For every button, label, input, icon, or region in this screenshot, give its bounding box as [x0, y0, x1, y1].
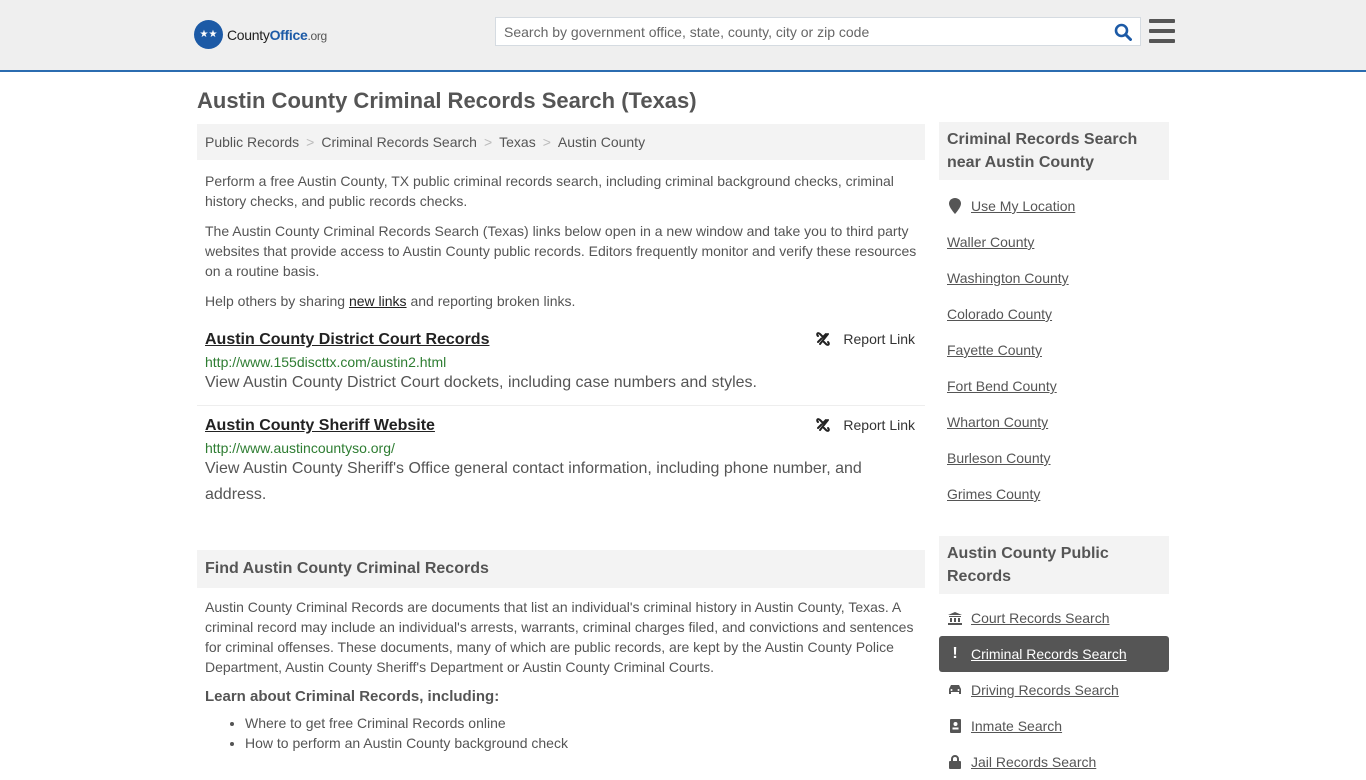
learn-list: Where to get free Criminal Records onlin… [245, 713, 925, 753]
nearby-county-item[interactable]: Burleson County [939, 440, 1169, 476]
nearby-county-link[interactable]: Grimes County [947, 486, 1040, 502]
site-logo[interactable]: ★★ CountyOffice.org [194, 20, 327, 49]
broken-link-icon [816, 332, 831, 346]
nearby-heading: Criminal Records Search near Austin Coun… [939, 122, 1169, 180]
search-input[interactable] [496, 18, 1106, 45]
hamburger-menu-icon[interactable] [1149, 19, 1175, 43]
resource-link-item: Austin County Sheriff Website Report Lin… [197, 417, 925, 508]
nearby-county-item[interactable]: Waller County [939, 224, 1169, 260]
sharing-paragraph: Help others by sharing new links and rep… [205, 293, 576, 309]
find-records-body: Austin County Criminal Records are docum… [205, 599, 914, 675]
nearby-county-item[interactable]: Wharton County [939, 404, 1169, 440]
nearby-county-item[interactable]: Washington County [939, 260, 1169, 296]
resource-link-description: View Austin County District Court docket… [205, 374, 757, 391]
breadcrumb-public-records[interactable]: Public Records [205, 134, 299, 150]
logo-text-suffix: .org [307, 28, 327, 43]
use-my-location-link[interactable]: Use My Location [971, 198, 1075, 214]
nearby-county-item[interactable]: Fayette County [939, 332, 1169, 368]
breadcrumb-separator: > [306, 134, 315, 150]
search-icon [1114, 23, 1132, 41]
breadcrumb-austin-county[interactable]: Austin County [558, 134, 645, 150]
breadcrumb-separator: > [542, 134, 551, 150]
search-button[interactable] [1106, 18, 1140, 45]
public-records-link[interactable]: Inmate Search [971, 718, 1062, 734]
find-records-heading: Find Austin County Criminal Records [197, 550, 925, 588]
resource-link-title[interactable]: Austin County District Court Records [205, 331, 489, 349]
new-links-link[interactable]: new links [349, 293, 407, 309]
car-icon [947, 684, 963, 696]
resource-link-url[interactable]: http://www.austincountyso.org/ [205, 440, 917, 456]
map-marker-icon [947, 198, 963, 214]
broken-link-icon [816, 418, 831, 432]
logo-text-brand: Office [269, 26, 308, 43]
resource-link-url[interactable]: http://www.155discttx.com/austin2.html [205, 354, 917, 370]
nearby-county-link[interactable]: Burleson County [947, 450, 1051, 466]
public-records-item-court[interactable]: Court Records Search [939, 600, 1169, 636]
divider [197, 405, 925, 406]
id-badge-icon [947, 719, 963, 733]
public-records-link[interactable]: Driving Records Search [971, 682, 1119, 698]
public-records-link[interactable]: Criminal Records Search [971, 646, 1127, 662]
learn-list-item: How to perform an Austin County backgrou… [245, 733, 925, 753]
nearby-county-item[interactable]: Colorado County [939, 296, 1169, 332]
learn-heading: Learn about Criminal Records, including: [205, 688, 500, 705]
report-link-button[interactable]: Report Link [815, 331, 915, 347]
nearby-county-link[interactable]: Colorado County [947, 306, 1052, 322]
nearby-county-link[interactable]: Washington County [947, 270, 1069, 286]
breadcrumb-criminal-records[interactable]: Criminal Records Search [321, 134, 477, 150]
main-content: Public Records > Criminal Records Search >… [197, 124, 925, 753]
public-records-item-criminal[interactable]: ! Criminal Records Search [939, 636, 1169, 672]
resource-link-description: View Austin County Sheriff's Office gene… [205, 460, 862, 503]
breadcrumb-texas[interactable]: Texas [499, 134, 536, 150]
nearby-county-link[interactable]: Wharton County [947, 414, 1048, 430]
breadcrumb-separator: > [483, 134, 493, 150]
exclamation-icon: ! [952, 645, 958, 662]
public-records-link[interactable]: Court Records Search [971, 610, 1110, 626]
resource-link-item: Austin County District Court Records Rep… [197, 331, 925, 396]
public-records-item-jail[interactable]: Jail Records Search [939, 744, 1169, 780]
disclaimer-paragraph: The Austin County Criminal Records Searc… [205, 223, 917, 279]
nearby-county-link[interactable]: Fort Bend County [947, 378, 1057, 394]
nearby-county-link[interactable]: Waller County [947, 234, 1034, 250]
logo-text-prefix: County [227, 26, 270, 43]
public-records-heading: Austin County Public Records [939, 536, 1169, 594]
page-title: Austin County Criminal Records Search (T… [197, 88, 697, 113]
breadcrumb: Public Records > Criminal Records Search >… [197, 124, 925, 160]
nearby-county-link[interactable]: Fayette County [947, 342, 1042, 358]
intro-paragraph: Perform a free Austin County, TX public … [205, 173, 894, 209]
resource-link-title[interactable]: Austin County Sheriff Website [205, 417, 435, 435]
learn-list-item: Where to get free Criminal Records onlin… [245, 713, 925, 733]
sidebar-public-records: Austin County Public Records Court Recor… [939, 536, 1169, 780]
use-my-location-item[interactable]: Use My Location [939, 188, 1169, 224]
public-records-item-inmate[interactable]: Inmate Search [939, 708, 1169, 744]
nearby-county-item[interactable]: Fort Bend County [939, 368, 1169, 404]
bank-icon [947, 611, 963, 625]
eagle-logo-icon: ★★ [194, 20, 223, 49]
public-records-item-driving[interactable]: Driving Records Search [939, 672, 1169, 708]
search-bar [495, 17, 1141, 46]
report-link-button[interactable]: Report Link [815, 417, 915, 433]
sidebar-nearby: Criminal Records Search near Austin Coun… [939, 122, 1169, 512]
nearby-county-item[interactable]: Grimes County [939, 476, 1169, 512]
lock-icon [947, 755, 963, 769]
site-header: ★★ CountyOffice.org [0, 0, 1366, 72]
